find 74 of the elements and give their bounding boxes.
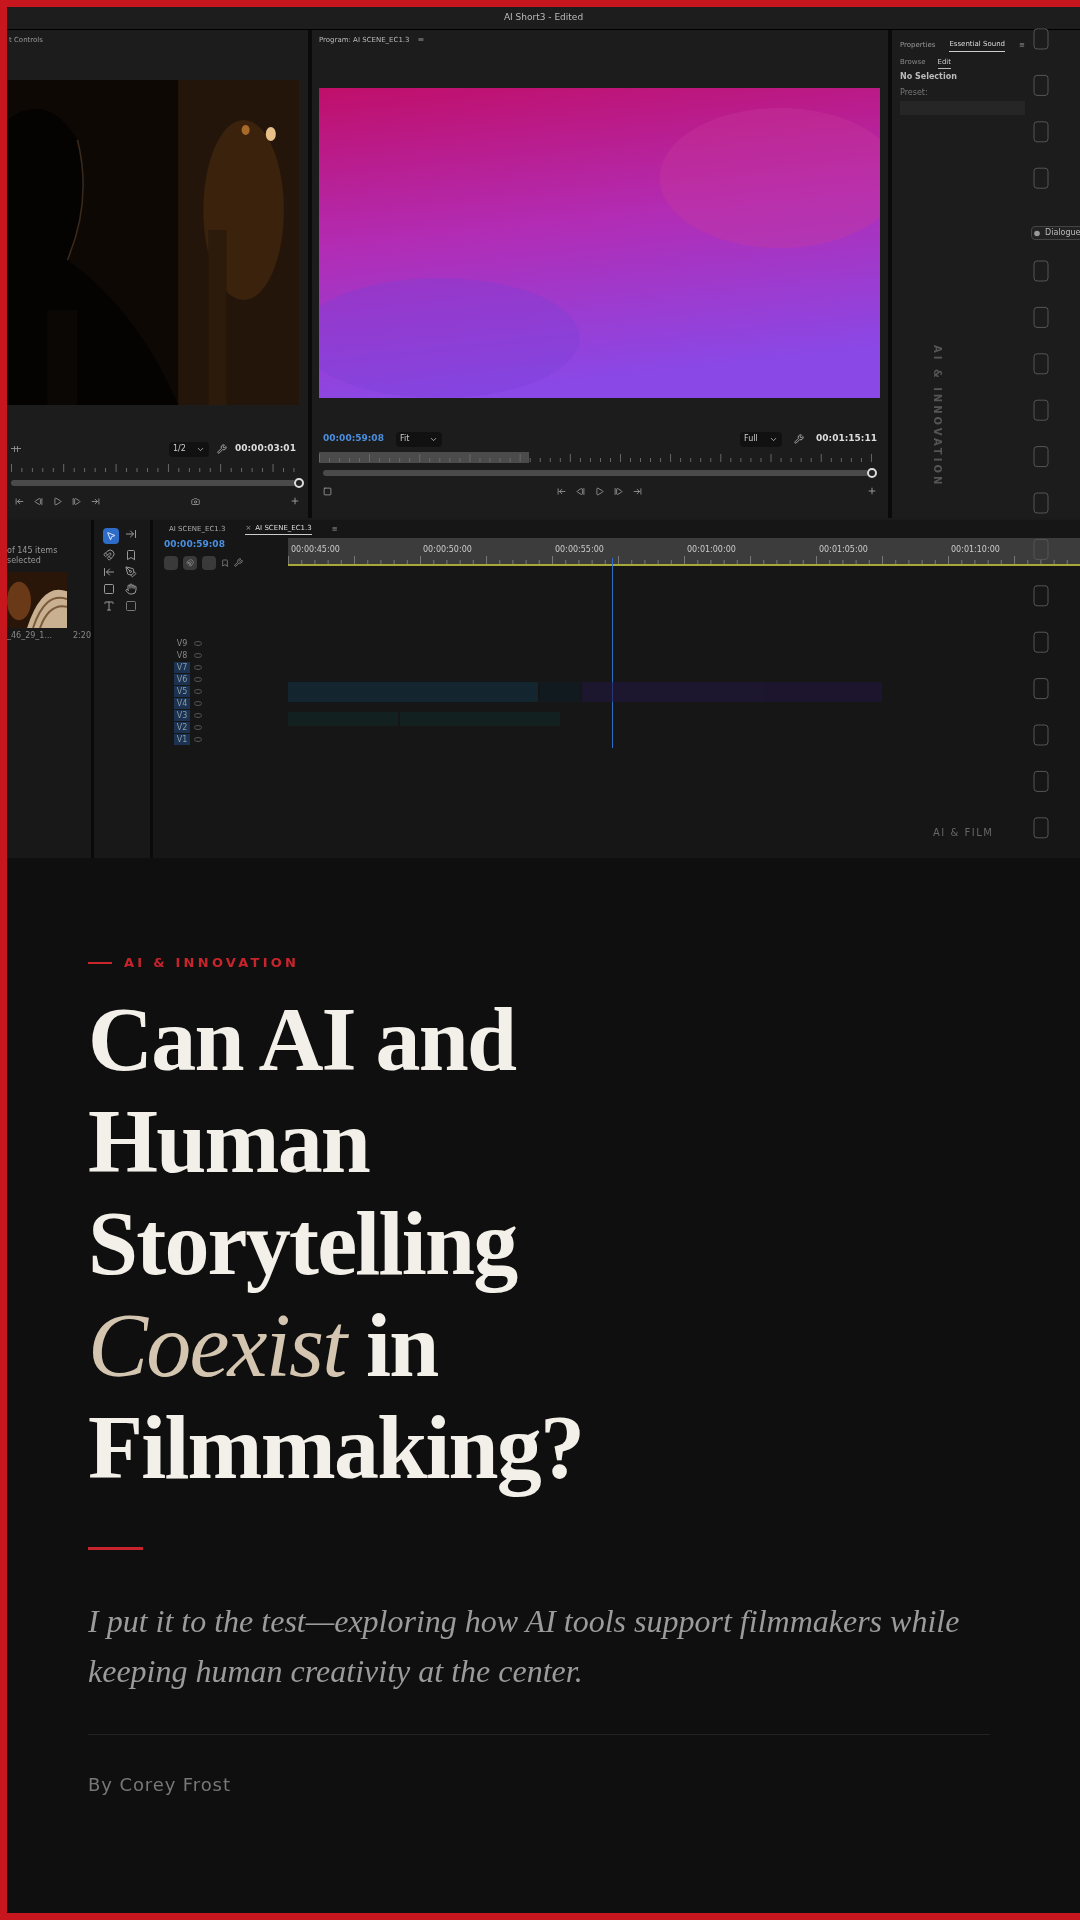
settings-icon[interactable]	[794, 434, 805, 444]
go-to-in-icon[interactable]	[15, 496, 24, 506]
step-back-icon[interactable]	[34, 496, 43, 506]
scrub-handle[interactable]	[867, 468, 877, 478]
corner-caption: AI & FILM	[933, 826, 994, 840]
track-label[interactable]: V4	[174, 697, 190, 709]
panel-menu[interactable]: ≡	[417, 34, 425, 46]
hand-icon[interactable]	[124, 583, 137, 595]
ruler-label: 00:01:00:00	[686, 544, 737, 556]
magnet-icon	[186, 558, 194, 567]
pen-icon[interactable]	[124, 566, 137, 578]
track-label[interactable]: V2	[174, 721, 190, 733]
vertical-caption: AI & INNOVATION	[931, 344, 944, 489]
link-toggle[interactable]	[202, 555, 216, 570]
nest-toggle[interactable]	[164, 555, 178, 570]
ruler-label: 00:01:05:00	[818, 544, 869, 556]
step-back-icon[interactable]	[576, 486, 585, 496]
timecode[interactable]: 00:00:59:08	[323, 432, 384, 446]
video-clip[interactable]	[288, 682, 538, 702]
byline: By Corey Frost	[88, 1772, 232, 1797]
clip-duration: 2:20	[73, 630, 91, 642]
scrub-handle[interactable]	[294, 478, 304, 488]
speaker-icon	[1034, 229, 1042, 237]
snap-toggle[interactable]	[183, 555, 197, 570]
headline: Can AI and Human Storytelling Coexist in Filmmaking?	[88, 988, 585, 1499]
ruler-label: 00:01:10:00	[950, 544, 1001, 556]
selection-count: of 145 items selected	[7, 546, 59, 566]
time-ruler[interactable]: 00:00:45:00 00:00:50:00 00:00:55:00 00:01:00:00 00:01:05:00 00:01:10:00	[288, 538, 1080, 566]
track-label[interactable]: V3	[174, 709, 190, 721]
slip-icon[interactable]	[103, 566, 115, 578]
category-label[interactable]: AI & INNOVATION	[124, 953, 300, 973]
dropdown[interactable]: 1/2	[169, 441, 209, 457]
ruler-label: 00:00:55:00	[554, 544, 605, 556]
clip-name: _46_29_1...	[7, 630, 53, 642]
go-to-in-icon[interactable]	[557, 486, 566, 496]
play-icon[interactable]	[595, 486, 604, 496]
go-to-out-icon[interactable]	[91, 496, 100, 506]
camera-icon[interactable]	[190, 496, 200, 506]
field-label: Preset:	[900, 86, 929, 99]
settings-icon[interactable]	[217, 444, 227, 454]
track-label[interactable]: V8	[174, 649, 190, 661]
accent-rule	[88, 1546, 143, 1550]
rectangle-icon[interactable]	[103, 583, 115, 595]
track-label[interactable]: V1	[174, 733, 190, 745]
step-forward-icon[interactable]	[72, 496, 81, 506]
dropdown[interactable]: Full	[740, 431, 783, 447]
ruler-label: 00:00:45:00	[290, 544, 341, 556]
track-chip[interactable]: Dialogue	[1031, 226, 1080, 240]
play-icon[interactable]	[53, 496, 62, 506]
step-forward-icon[interactable]	[614, 486, 623, 496]
video-clip[interactable]	[582, 682, 882, 702]
timecode: 00:01:15:11	[816, 432, 877, 446]
safe-margins-icon[interactable]	[323, 486, 332, 496]
subtitle: I put it to the test—exploring how AI tools support filmmakers while keeping human creativity at the center.	[88, 1601, 961, 1691]
add-icon[interactable]	[867, 486, 877, 496]
dropdown[interactable]: Fit	[395, 431, 442, 447]
marker-icon[interactable]	[221, 558, 229, 567]
track-label[interactable]: V5	[174, 685, 190, 697]
timecode[interactable]: 00:00:59:08	[164, 538, 288, 552]
go-to-out-icon[interactable]	[633, 486, 642, 496]
selection-tool[interactable]	[103, 528, 119, 544]
settings-icon[interactable]	[234, 558, 243, 567]
track-label[interactable]: V6	[174, 673, 190, 685]
pointer-icon	[106, 531, 116, 541]
selection-status: No Selection	[900, 70, 958, 83]
type-icon[interactable]	[103, 600, 115, 612]
track-label[interactable]: V9	[174, 637, 190, 649]
track-label[interactable]: V7	[174, 661, 190, 673]
add-icon[interactable]	[290, 496, 300, 506]
timecode: 00:00:03:01	[235, 442, 296, 456]
track-select-icon[interactable]	[124, 528, 137, 540]
window-title: AI Short3 - Edited	[503, 11, 584, 25]
kicker-dash	[88, 961, 112, 964]
ruler-label: 00:00:50:00	[422, 544, 473, 556]
